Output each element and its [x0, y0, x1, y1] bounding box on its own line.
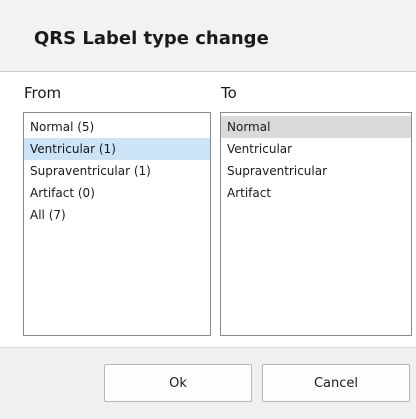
from-item-all[interactable]: All (7)	[24, 204, 210, 226]
cancel-button[interactable]: Cancel	[262, 364, 410, 402]
ok-button[interactable]: Ok	[104, 364, 252, 402]
to-item-normal[interactable]: Normal	[221, 116, 411, 138]
from-item-supraventricular[interactable]: Supraventricular (1)	[24, 160, 210, 182]
from-label: From	[24, 84, 62, 102]
to-item-artifact[interactable]: Artifact	[221, 182, 411, 204]
to-item-ventricular[interactable]: Ventricular	[221, 138, 411, 160]
dialog-footer: Ok Cancel	[0, 348, 416, 419]
dialog-content: From Normal (5) Ventricular (1) Supraven…	[0, 72, 416, 348]
to-label: To	[221, 84, 237, 102]
from-listbox[interactable]: Normal (5) Ventricular (1) Supraventricu…	[23, 112, 211, 336]
qrs-label-type-change-dialog: QRS Label type change From Normal (5) Ve…	[0, 0, 416, 419]
dialog-title: QRS Label type change	[34, 28, 269, 49]
from-item-artifact[interactable]: Artifact (0)	[24, 182, 210, 204]
to-item-supraventricular[interactable]: Supraventricular	[221, 160, 411, 182]
from-item-ventricular[interactable]: Ventricular (1)	[24, 138, 210, 160]
dialog-title-bar: QRS Label type change	[0, 0, 416, 72]
to-listbox[interactable]: Normal Ventricular Supraventricular Arti…	[220, 112, 412, 336]
from-item-normal[interactable]: Normal (5)	[24, 116, 210, 138]
